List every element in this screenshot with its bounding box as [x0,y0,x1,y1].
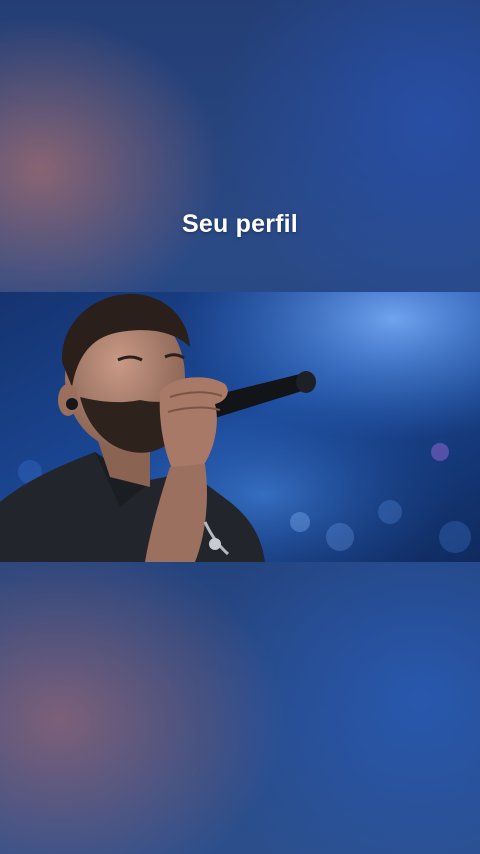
overlay-title: Seu perfil [182,210,298,238]
video-frame[interactable] [0,292,480,562]
singer-video-still [0,292,480,562]
reel-screen: Seu perfil [0,0,480,854]
